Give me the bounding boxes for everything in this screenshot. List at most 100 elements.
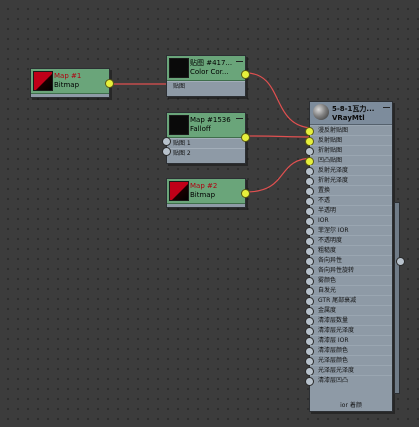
material-input-slot[interactable]: 反射贴图 <box>305 135 392 146</box>
material-input-slot[interactable]: 折射贴图 <box>305 145 392 156</box>
input-slot-map-1[interactable]: 贴图 1 <box>167 138 245 148</box>
wire-bitmap2-to-bump <box>245 157 315 193</box>
map-thumbnail <box>33 71 53 91</box>
vraymtl-material-node[interactable]: 5-8-1瓦力... VRayMtl 漫反射贴图反射贴图折射贴图凹凸贴图反射光泽… <box>305 101 405 412</box>
bitmap-node-2[interactable]: Map #2 Bitmap <box>166 178 250 208</box>
slot-label: IOR <box>318 217 329 224</box>
material-input-slot[interactable]: 折射光泽度 <box>305 175 392 186</box>
slot-label: 金属度 <box>318 307 337 314</box>
output-port[interactable] <box>241 133 250 142</box>
input-port-map-1[interactable] <box>162 137 171 146</box>
node-name: Map #1536 <box>190 116 231 124</box>
material-input-slot[interactable]: 清漆层凹凸 <box>305 375 392 386</box>
node-header: Map #1 Bitmap <box>31 69 109 94</box>
material-input-slot[interactable]: 清漆层数量 <box>305 315 392 326</box>
material-input-slot[interactable]: 粗糙度 <box>305 245 392 256</box>
output-port[interactable] <box>105 79 114 88</box>
slot-label: 置换 <box>318 187 331 194</box>
node-name: Map #1 <box>54 72 82 80</box>
node-type: Color Cor... <box>190 68 229 76</box>
node-header: Map #2 Bitmap <box>167 179 245 204</box>
material-input-slot[interactable]: 凹凸贴图 <box>305 155 392 166</box>
material-input-slot[interactable]: 清漆层颜色 <box>305 345 392 356</box>
material-input-slot[interactable]: 不透 <box>305 195 392 206</box>
node-scrollbar[interactable] <box>394 202 400 394</box>
slot-label: 折射光泽度 <box>318 177 349 184</box>
slot-label: 清漆层颜色 <box>318 347 349 354</box>
material-input-slot[interactable]: 自发光 <box>305 285 392 296</box>
material-type: VRayMtl <box>332 114 365 122</box>
material-input-slot[interactable]: 菲涅尔 IOR <box>305 225 392 236</box>
material-input-slot[interactable]: 反射光泽度 <box>305 165 392 176</box>
minimize-button[interactable] <box>383 104 390 108</box>
node-header: 贴图 #417... Color Cor... <box>167 56 245 81</box>
slot-label: 贴图 2 <box>173 150 191 157</box>
color-correction-node[interactable]: 贴图 #417... Color Cor... 贴图 <box>166 55 250 97</box>
slot-label: 凹凸贴图 <box>318 157 343 164</box>
wire-colorcorrect-to-diffuse <box>245 72 315 129</box>
bitmap-node-1[interactable]: Map #1 Bitmap <box>30 68 114 98</box>
material-input-slot[interactable]: 各向异性 <box>305 255 392 266</box>
slot-label: 不透明度 <box>318 237 343 244</box>
slot-label: 贴图 1 <box>173 140 191 147</box>
output-port[interactable] <box>241 189 250 198</box>
input-slot-map[interactable]: 贴图 <box>167 81 245 91</box>
map-thumbnail <box>169 181 189 201</box>
slot-label: 自发光 <box>318 287 337 294</box>
slot-label: 菲涅尔 IOR <box>318 227 349 234</box>
output-port[interactable] <box>241 70 250 79</box>
slot-label: 清漆层凹凸 <box>318 377 349 384</box>
input-port[interactable] <box>305 377 314 386</box>
material-input-slot[interactable]: 清漆层光泽度 <box>305 325 392 336</box>
material-input-slot[interactable]: 不透明度 <box>305 235 392 246</box>
node-header: Map #1536 Falloff <box>167 113 245 138</box>
slot-label: 反射贴图 <box>318 137 343 144</box>
slot-label: 漫反射贴图 <box>318 127 349 134</box>
output-port[interactable] <box>396 257 405 266</box>
input-slot-map-2[interactable]: 贴图 2 <box>167 148 245 158</box>
material-input-slot[interactable]: IOR <box>305 215 392 226</box>
minimize-button[interactable] <box>236 115 243 119</box>
slot-label: 不透 <box>318 197 331 204</box>
material-input-slot[interactable]: 光泽层颜色 <box>305 355 392 366</box>
node-footer: ior 着颜 <box>340 402 362 409</box>
slot-label: 反射光泽度 <box>318 167 349 174</box>
wire-falloff-to-reflection <box>245 135 315 138</box>
map-thumbnail <box>169 115 189 135</box>
slot-label: 光泽层颜色 <box>318 357 349 364</box>
slot-label: 贴图 <box>173 83 186 90</box>
material-input-slot[interactable]: GTR 尾部衰减 <box>305 295 392 306</box>
material-input-slot[interactable]: 半透明 <box>305 205 392 216</box>
slot-label: 清漆层光泽度 <box>318 327 355 334</box>
node-name: 贴图 #417... <box>190 59 233 67</box>
node-editor-canvas[interactable]: Map #1 Bitmap 贴图 #417... Color Cor... 贴图… <box>0 0 419 427</box>
slot-label: 清漆层 IOR <box>318 337 349 344</box>
minimize-button[interactable] <box>236 58 243 62</box>
material-input-slot[interactable]: 雾颜色 <box>305 275 392 286</box>
material-input-slots: 漫反射贴图反射贴图折射贴图凹凸贴图反射光泽度折射光泽度置换不透半透明 IOR 菲涅尔… <box>305 125 392 386</box>
slot-label: GTR 尾部衰减 <box>318 297 357 304</box>
material-preview-sphere <box>313 104 329 120</box>
falloff-node[interactable]: Map #1536 Falloff 贴图 1 贴图 2 <box>162 112 250 164</box>
slot-label: 雾颜色 <box>318 277 337 284</box>
slot-label: 光泽层光泽度 <box>318 367 355 374</box>
node-type: Bitmap <box>54 81 80 89</box>
node-type: Bitmap <box>190 191 216 199</box>
node-name: Map #2 <box>190 182 218 190</box>
input-port-map-2[interactable] <box>162 147 171 156</box>
material-input-slot[interactable]: 漫反射贴图 <box>305 125 392 136</box>
material-input-slot[interactable]: 置换 <box>305 185 392 196</box>
node-header: 5-8-1瓦力... VRayMtl <box>310 102 392 125</box>
slot-label: 粗糙度 <box>318 247 337 254</box>
slot-label: 各向异性 <box>318 257 343 264</box>
slot-label: 各向异性旋转 <box>318 267 355 274</box>
material-input-slot[interactable]: 各向异性旋转 <box>305 265 392 276</box>
material-input-slot[interactable]: 清漆层 IOR <box>305 335 392 346</box>
material-input-slot[interactable]: 金属度 <box>305 305 392 316</box>
node-type: Falloff <box>190 125 211 133</box>
map-thumbnail <box>169 58 189 78</box>
material-input-slot[interactable]: 光泽层光泽度 <box>305 365 392 376</box>
material-name: 5-8-1瓦力... <box>332 105 375 113</box>
slot-label: 折射贴图 <box>318 147 343 154</box>
slot-label: 半透明 <box>318 207 337 214</box>
